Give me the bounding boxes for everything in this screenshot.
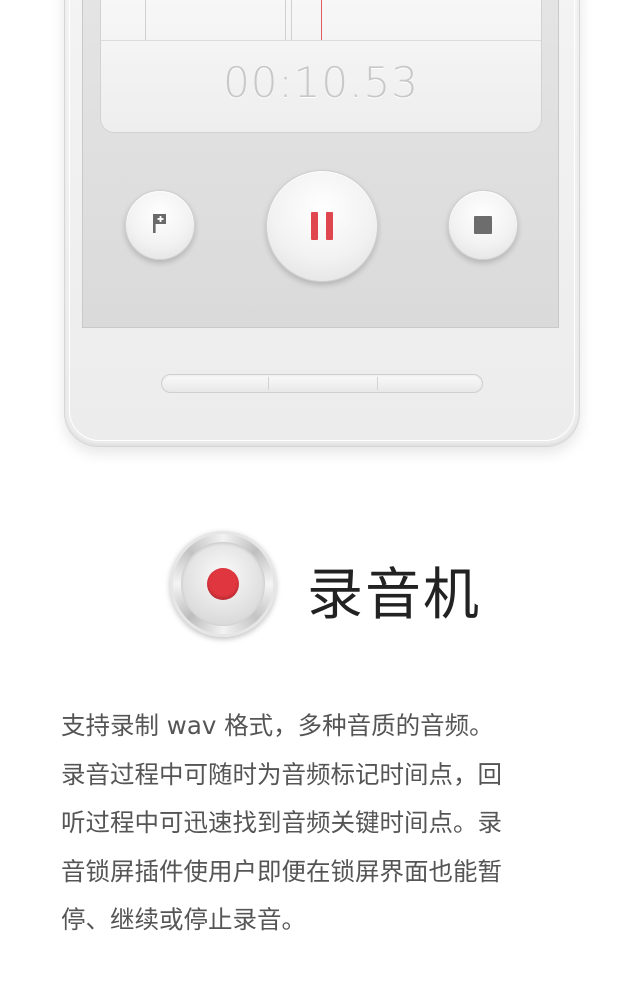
app-title: 录音机 <box>307 563 481 628</box>
description-line: 音锁屏插件使用户即便在锁屏界面也能暂 <box>61 856 502 886</box>
stop-icon <box>474 216 492 234</box>
feature-description: 支持录制 wav 格式，多种音质的音频。 录音过程中可随时为音频标记时间点，回 … <box>61 702 581 945</box>
description-line: 停、继续或停止录音。 <box>61 905 306 934</box>
stop-button[interactable] <box>448 190 518 260</box>
pause-icon <box>307 212 337 240</box>
recording-timer: 00:10.53 <box>223 58 419 107</box>
flag-plus-icon <box>150 211 170 239</box>
record-icon <box>170 531 276 637</box>
waveform-timeline[interactable] <box>101 0 541 41</box>
description-line: 支持录制 wav 格式，多种音质的音频。 <box>61 711 494 740</box>
description-line: 听过程中可迅速找到音频关键时间点。录 <box>61 808 502 837</box>
mark-time-button[interactable] <box>125 190 195 260</box>
timeline-tick <box>291 0 292 40</box>
pause-button[interactable] <box>266 170 378 282</box>
home-button[interactable] <box>161 374 483 393</box>
description-line: 录音过程中可随时为音频标记时间点，回 <box>61 759 502 789</box>
recording-display: 00:10.53 <box>100 0 542 133</box>
timeline-tick <box>145 0 146 40</box>
playhead-marker <box>321 0 322 40</box>
timeline-tick <box>285 0 286 40</box>
